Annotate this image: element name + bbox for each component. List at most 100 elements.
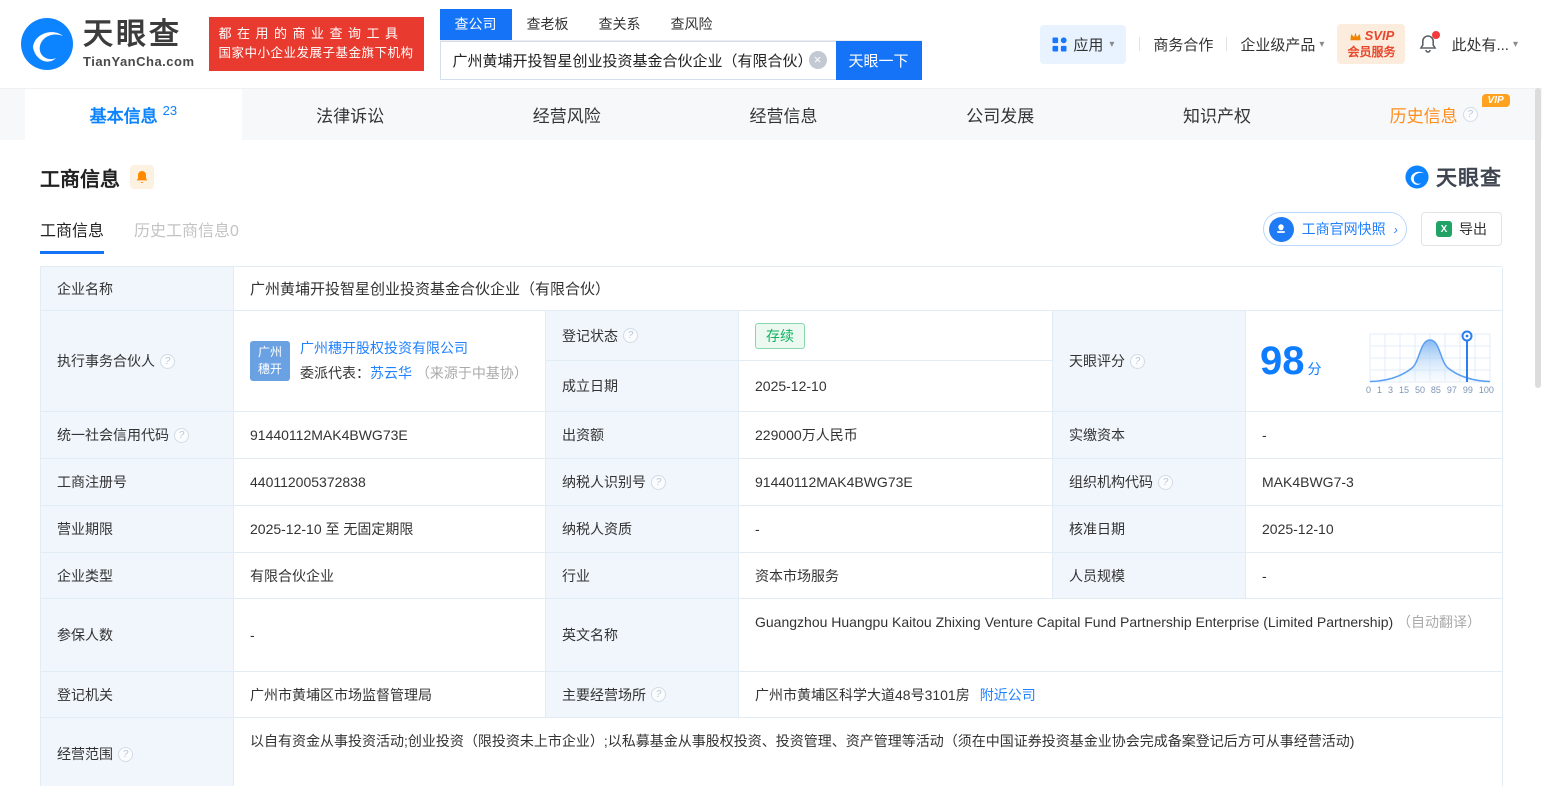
field-label-company-name: 企业名称 <box>41 267 234 311</box>
score-number: 98 <box>1260 339 1305 383</box>
caret-down-icon: ▾ <box>1109 38 1115 50</box>
tab-legal-litigation[interactable]: 法律诉讼 <box>242 89 459 140</box>
export-button[interactable]: X 导出 <box>1421 212 1502 246</box>
user-menu[interactable]: 此处有... ▾ <box>1451 34 1518 55</box>
field-value-insured-count: - <box>234 599 546 672</box>
subtab-history-business-info[interactable]: 历史工商信息0 <box>134 217 239 254</box>
tab-label: 经营风险 <box>532 107 601 126</box>
help-icon[interactable]: ? <box>651 474 666 490</box>
field-value-company-type: 有限合伙企业 <box>234 553 546 599</box>
field-value-industry: 资本市场服务 <box>739 553 1053 599</box>
top-header: 天眼查 TianYanCha.com 都在用的商业查询工具 国家中小企业发展子基… <box>0 0 1542 88</box>
stamp-icon <box>1268 216 1294 242</box>
brand-slogan-banner: 都在用的商业查询工具 国家中小企业发展子基金旗下机构 <box>208 17 424 71</box>
scrollbar-thumb[interactable] <box>1535 88 1541 388</box>
field-value-reg-no: 440112005372838 <box>234 459 546 506</box>
field-label-contribution: 出资额 <box>546 412 739 459</box>
arrow-right-icon: › <box>1393 221 1398 237</box>
help-icon[interactable]: ? <box>623 328 638 343</box>
search-tab-boss[interactable]: 查老板 <box>512 9 584 40</box>
tab-operation-risk[interactable]: 经营风险 <box>458 89 675 140</box>
status-badge: 存续 <box>755 322 805 349</box>
field-label-industry: 行业 <box>546 553 739 599</box>
help-icon[interactable]: ? <box>118 746 133 762</box>
tianyancha-logo[interactable]: 天眼查 TianYanCha.com <box>20 17 195 71</box>
search-tab-company[interactable]: 查公司 <box>439 8 512 40</box>
search-block: 查公司 查老板 查关系 查风险 × 天眼一下 <box>439 8 922 80</box>
rep-note: （来源于中基协） <box>415 365 528 381</box>
tab-basic-info[interactable]: 基本信息 23 <box>25 89 242 140</box>
tab-label: 经营信息 <box>749 107 818 126</box>
field-label-business-site: 主要经营场所 ? <box>546 672 739 718</box>
official-snapshot-button[interactable]: 工商官网快照 › <box>1262 212 1407 246</box>
search-input[interactable] <box>440 51 836 69</box>
field-value-org-code: MAK4BWG7-3 <box>1246 459 1503 506</box>
field-label-business-scope: 经营范围 ? <box>41 718 234 786</box>
monitor-bell-icon[interactable] <box>130 165 154 189</box>
help-icon[interactable]: ? <box>174 427 189 443</box>
search-tab-relation[interactable]: 查关系 <box>584 9 656 40</box>
search-button[interactable]: 天眼一下 <box>835 40 922 80</box>
svip-member-button[interactable]: SVIP 会员服务 <box>1337 24 1406 64</box>
help-icon[interactable]: ? <box>651 687 666 702</box>
notification-bell[interactable] <box>1418 31 1441 54</box>
notification-dot <box>1432 31 1441 39</box>
enterprise-products-label: 企业级产品 <box>1240 36 1316 54</box>
svip-label: SVIP <box>1364 28 1395 44</box>
business-cooperation-link[interactable]: 商务合作 <box>1153 34 1213 55</box>
field-value-company-name: 广州黄埔开投智星创业投资基金合伙企业（有限合伙） <box>234 267 1503 311</box>
slogan-line-2: 国家中小企业发展子基金旗下机构 <box>218 46 414 61</box>
field-label-score: 天眼评分 ? <box>1053 311 1246 412</box>
apps-button[interactable]: 应用 ▾ <box>1040 24 1127 64</box>
tab-label: 法律诉讼 <box>316 107 385 126</box>
help-icon[interactable]: ? <box>1462 107 1478 122</box>
nearby-companies-link[interactable]: 附近公司 <box>980 685 1036 705</box>
tab-company-development[interactable]: 公司发展 <box>892 89 1109 140</box>
partner-avatar[interactable]: 广州 穗开 <box>250 341 290 381</box>
tab-operation-info[interactable]: 经营信息 <box>675 89 892 140</box>
tab-history-info[interactable]: VIP 历史信息 ? <box>1325 89 1542 140</box>
field-label-reg-no: 工商注册号 <box>41 459 234 506</box>
enterprise-products-link[interactable]: 企业级产品 ▾ <box>1240 34 1324 55</box>
crown-icon <box>1349 31 1362 42</box>
header-right: 应用 ▾ 商务合作 企业级产品 ▾ SVIP 会员服务 此处有... ▾ <box>1040 24 1542 64</box>
tab-intellectual-property[interactable]: 知识产权 <box>1109 89 1326 140</box>
help-icon[interactable]: ? <box>160 353 175 369</box>
watermark-logo: 天眼查 <box>1405 162 1502 192</box>
subtab-business-info[interactable]: 工商信息 <box>40 217 105 254</box>
help-icon[interactable]: ? <box>1130 353 1145 369</box>
field-value-business-site: 广州市黄埔区科学大道48号3101房 附近公司 <box>739 672 1503 718</box>
score-unit: 分 <box>1307 361 1322 377</box>
score-chart-ticks: 01 3 15 50 85 97 99 100 <box>1366 384 1494 395</box>
tab-label: 知识产权 <box>1182 107 1251 126</box>
tab-label: 公司发展 <box>966 107 1035 126</box>
field-value-establish-date: 2025-12-10 <box>739 361 1053 412</box>
search-tab-risk[interactable]: 查风险 <box>656 9 728 40</box>
field-label-staff-size: 人员规模 <box>1053 553 1246 599</box>
search-tabs: 查公司 查老板 查关系 查风险 <box>439 8 922 41</box>
field-value-reg-authority: 广州市黄埔区市场监督管理局 <box>234 672 546 718</box>
rep-name-link[interactable]: 苏云华 <box>370 365 412 381</box>
partner-company-link[interactable]: 广州穗开股权投资有限公司 <box>300 340 468 356</box>
snapshot-label: 工商官网快照 <box>1301 221 1386 237</box>
field-value-taxpayer-quality: - <box>739 506 1053 553</box>
field-value-score: 98 分 0 1 3 15 50 85 97 99 100 <box>1246 311 1503 412</box>
clear-icon[interactable]: × <box>808 51 827 69</box>
field-label-credit-code: 统一社会信用代码 ? <box>41 412 234 459</box>
score-distribution-chart[interactable]: 01 3 15 50 85 97 99 100 <box>1366 328 1494 395</box>
marker-pin-icon <box>1461 330 1473 382</box>
main-content: 工商信息 天眼查 工商信息 历史工商信息0 工商官网快照 › X 导出 企业名称… <box>0 162 1542 786</box>
field-label-reg-status: 登记状态 ? <box>546 311 739 361</box>
field-value-english-name: Guangzhou Huangpu Kaitou Zhixing Venture… <box>739 599 1503 672</box>
field-label-business-term: 营业期限 <box>41 506 234 553</box>
field-value-paid-capital: - <box>1246 412 1503 459</box>
search-input-wrap: × <box>439 40 836 80</box>
help-icon[interactable]: ? <box>1158 474 1173 490</box>
apps-grid-icon <box>1052 36 1067 52</box>
business-info-table: 企业名称 广州黄埔开投智星创业投资基金合伙企业（有限合伙） 执行事务合伙人 ? … <box>40 266 1503 786</box>
field-label-org-code: 组织机构代码 ? <box>1053 459 1246 506</box>
field-label-taxpayer-quality: 纳税人资质 <box>546 506 739 553</box>
tab-count: 23 <box>162 103 178 118</box>
divider <box>1226 37 1228 51</box>
export-label: 导出 <box>1459 221 1487 237</box>
